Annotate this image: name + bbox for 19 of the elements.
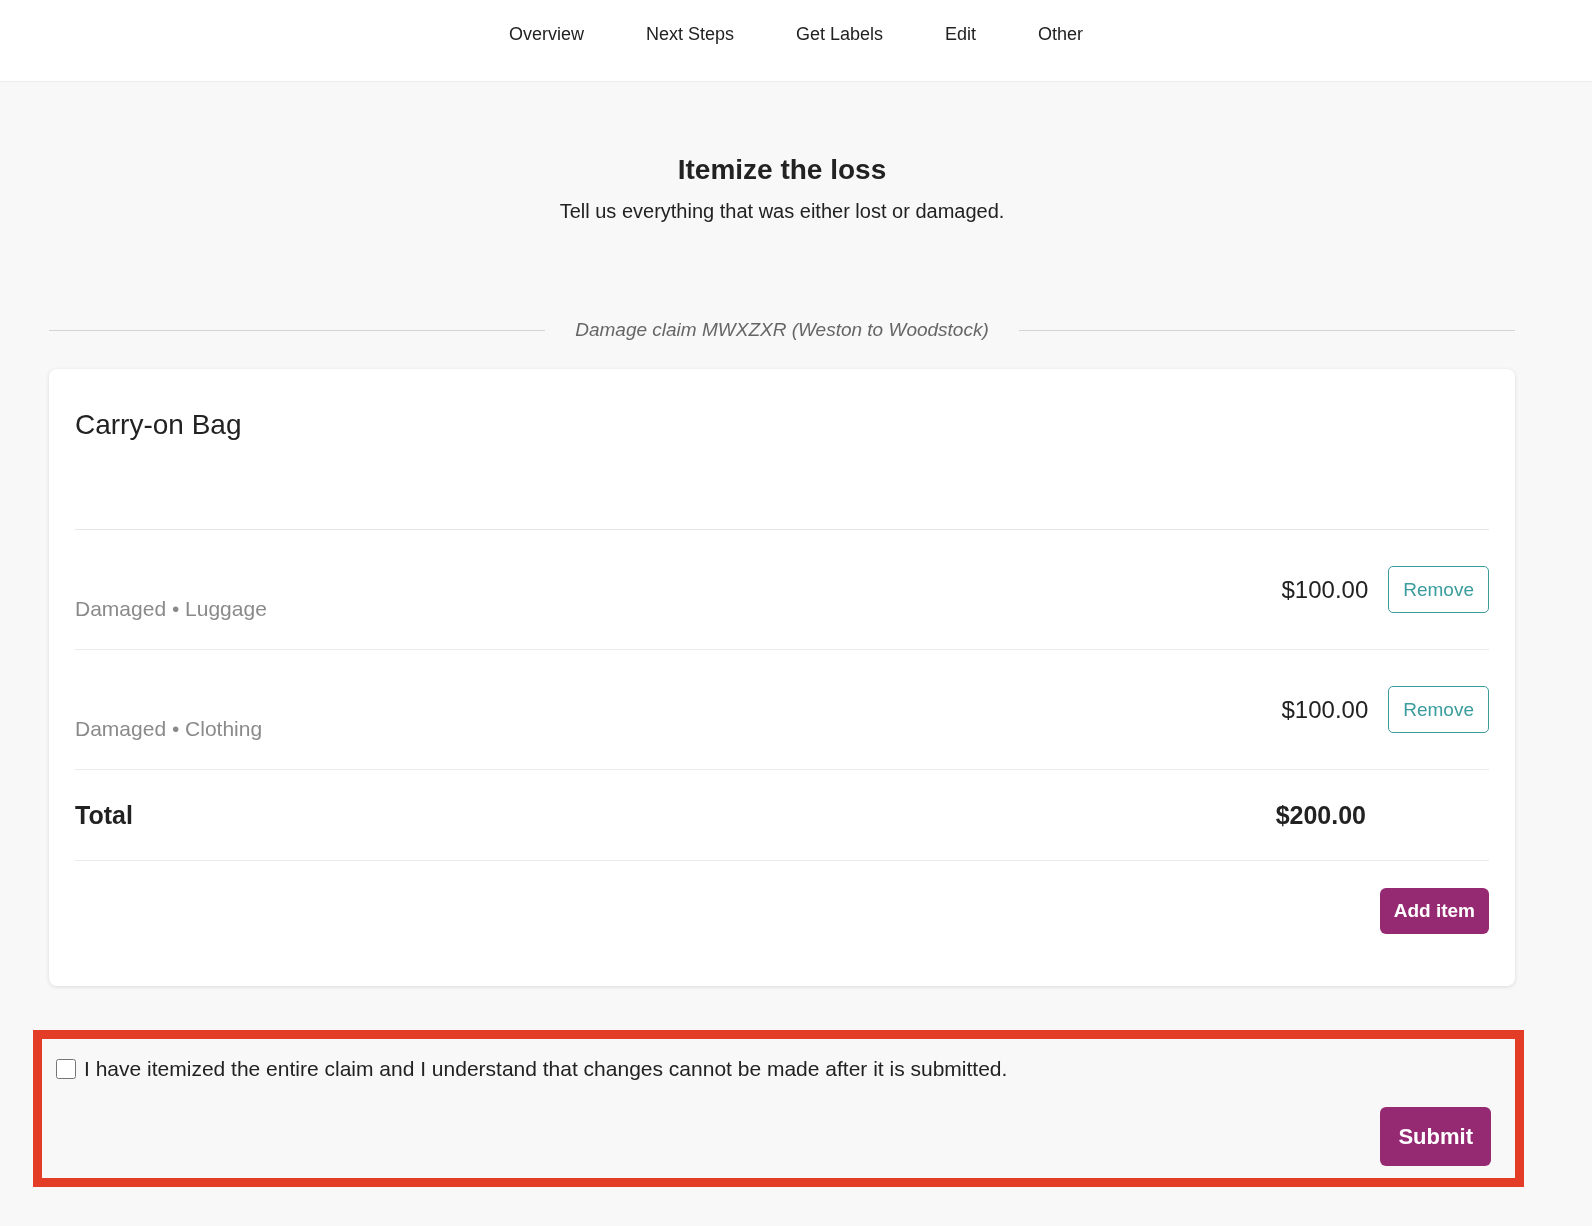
nav-link[interactable]: Next Steps [645,24,734,45]
item-tag: Damaged • Clothing [75,717,1282,769]
nav-link[interactable]: Get Labels [795,24,884,45]
add-item-button[interactable]: Add item [1379,888,1489,934]
nav-link[interactable]: Other [1038,24,1084,45]
total-label: Total [75,800,134,830]
claim-label: Damage claim MWXZXR (Weston to Woodstock) [575,319,989,341]
card-title: Carry-on Bag [75,369,1489,530]
item-tag: Damaged • Luggage [75,597,1282,649]
submit-button[interactable]: Submit [1380,1107,1491,1166]
confirm-checkbox[interactable] [56,1059,76,1079]
page-title: Itemize the loss [676,154,888,186]
total-amount: $200.00 [1275,800,1366,830]
page-subtitle: Tell us everything that was either lost or damaged. [558,200,1006,223]
confirm-text: I have itemized the entire claim and I understand that changes cannot be made after it is submitted. [84,1057,1008,1081]
item-amount: $100.00 [1281,575,1369,604]
nav-link[interactable]: Overview [508,24,584,45]
nav-link[interactable]: Edit [945,24,977,45]
item-amount: $100.00 [1281,695,1369,724]
